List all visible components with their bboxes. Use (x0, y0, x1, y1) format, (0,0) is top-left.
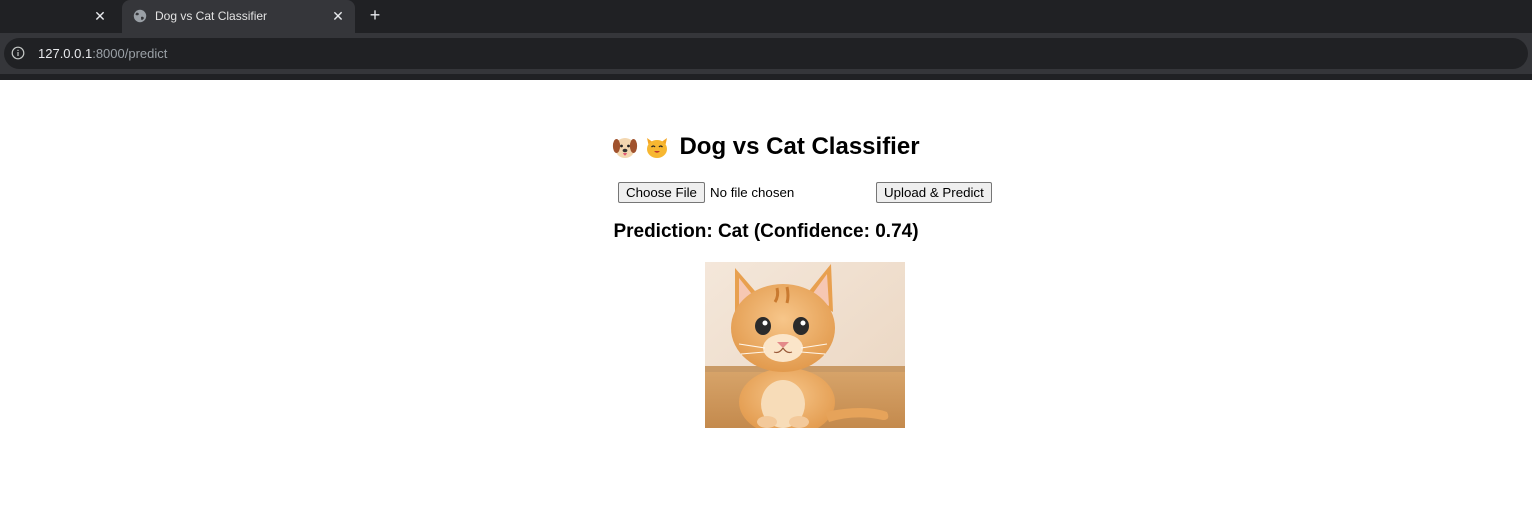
info-icon[interactable] (11, 46, 25, 60)
result-image (705, 262, 905, 428)
close-icon[interactable]: ✕ (90, 6, 110, 26)
url-host: 127.0.0.1 (38, 46, 93, 61)
choose-file-button[interactable]: Choose File (618, 182, 705, 203)
tab-strip: ✕ Dog vs Cat Classifier ✕ + (0, 0, 1532, 33)
url-text: 127.0.0.1:8000/predict (38, 46, 167, 61)
tab-active[interactable]: Dog vs Cat Classifier ✕ (122, 0, 355, 33)
browser-toolbar: 127.0.0.1:8000/predict (0, 33, 1532, 74)
page-content: Dog vs Cat Classifier Choose File No fil… (0, 80, 1532, 515)
page-title: Dog vs Cat Classifier (0, 132, 1532, 161)
new-tab-icon[interactable]: + (363, 4, 387, 28)
close-icon[interactable]: ✕ (328, 6, 348, 26)
url-path: :8000/predict (92, 46, 168, 61)
prediction-result: Prediction: Cat (Confidence: 0.74) (613, 221, 919, 242)
dog-face-icon (613, 137, 638, 158)
cat-face-icon (647, 137, 668, 158)
upload-predict-button[interactable]: Upload & Predict (876, 182, 992, 203)
file-status-text: No file chosen (710, 185, 795, 200)
page-title-text: Dog vs Cat Classifier (679, 132, 920, 160)
address-bar[interactable]: 127.0.0.1:8000/predict (4, 38, 1528, 69)
globe-icon (133, 9, 147, 23)
tab-title: Dog vs Cat Classifier (155, 9, 268, 23)
tab-inactive[interactable]: ✕ (0, 0, 120, 33)
upload-form: Choose File No file chosen Upload & Pred… (618, 182, 998, 204)
